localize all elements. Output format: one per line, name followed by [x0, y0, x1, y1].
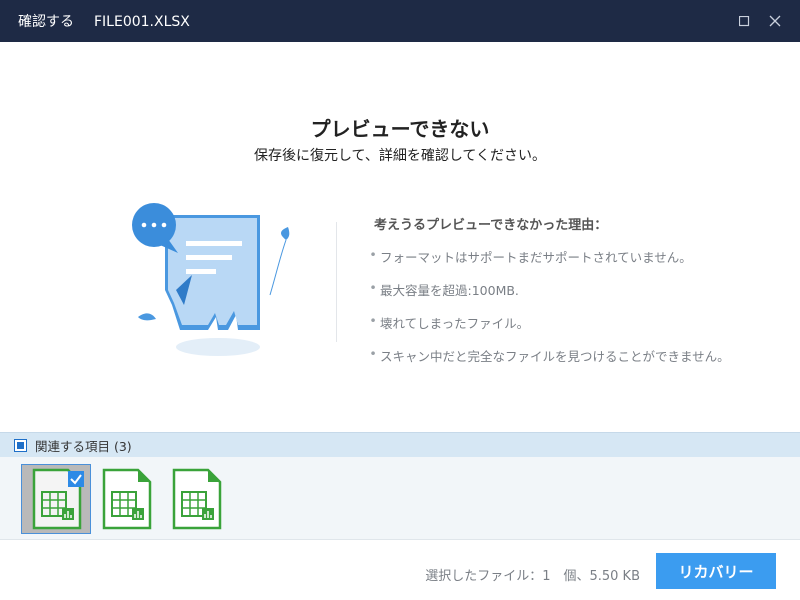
divider: [336, 222, 337, 342]
related-items-label: 関連する項目 (3): [35, 438, 132, 454]
reason-item: • 壊れてしまったファイル。: [369, 313, 530, 331]
spreadsheet-file-icon: [102, 468, 152, 530]
maximize-button[interactable]: [734, 11, 754, 31]
reason-item: • スキャン中だと完全なファイルを見つけることができません。: [369, 346, 730, 364]
preview-unavailable-subheading: 保存後に復元して、詳細を確認してください。: [253, 148, 547, 164]
title-bar: 確認する FILE001.XLSX: [0, 0, 800, 42]
related-items-checkbox[interactable]: [14, 438, 27, 452]
related-items-list: [0, 457, 800, 540]
close-button[interactable]: [765, 11, 785, 31]
reasons-title: 考えうるプレビューできなかった理由：: [374, 218, 608, 233]
spreadsheet-file-icon: [172, 468, 222, 530]
close-icon: [769, 15, 781, 27]
related-file-thumbnail[interactable]: [21, 464, 91, 534]
preview-unavailable-heading: プレビューできない: [310, 117, 490, 141]
reason-item: • 最大容量を超過:100MB.: [369, 280, 519, 298]
reason-item: • フォーマットはサポートまだサポートされていません。: [369, 247, 692, 265]
reasons-panel: 考えうるプレビューできなかった理由： • フォーマットはサポートまだサポートされて…: [366, 214, 786, 379]
selected-check-icon: [68, 471, 84, 487]
related-file-thumbnail[interactable]: [91, 464, 161, 534]
maximize-icon: [738, 15, 749, 26]
window-title: 確認する FILE001.XLSX: [18, 14, 190, 30]
preview-unavailable-illustration: [132, 203, 290, 356]
selected-files-status: 選択したファイル：1 個、5.50 KB: [425, 569, 640, 584]
related-items-bar: 関連する項目 (3): [0, 432, 800, 457]
related-file-thumbnail[interactable]: [161, 464, 231, 534]
recover-button[interactable]: リカバリー: [656, 553, 776, 589]
